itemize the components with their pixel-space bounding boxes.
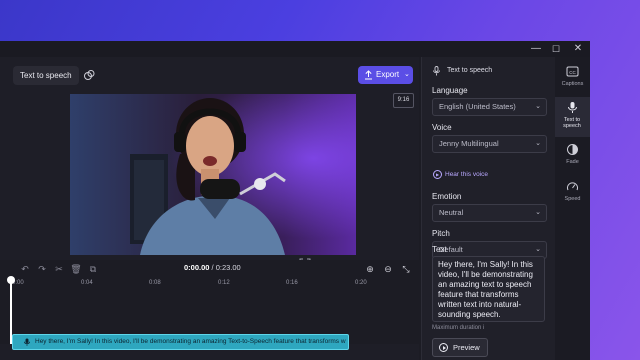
- ruler-tick: 0:12: [218, 280, 230, 286]
- zoom-out-icon[interactable]: ⊖: [382, 263, 394, 275]
- rail-label: Speed: [564, 196, 581, 202]
- speedometer-icon: [567, 182, 578, 191]
- rail-text-to-speech[interactable]: Text to speech: [555, 97, 590, 137]
- ruler-tick: 0:04: [81, 280, 93, 286]
- tab-text-to-speech[interactable]: Text to speech: [13, 66, 79, 85]
- preview-label: Preview: [453, 343, 480, 352]
- chevron-down-icon: ⌄: [404, 71, 410, 78]
- timeline-toolbar: ↶ ↷ ✂ 🗑 ⧉ 0:00.00 / 0:23.00 ⊕ ⊖ ⤡: [0, 260, 419, 278]
- timeline-ruler: 0:00 0:04 0:08 0:12 0:16 0:20: [0, 280, 419, 294]
- close-button[interactable]: ✕: [567, 41, 589, 57]
- preview-button[interactable]: Preview: [432, 338, 488, 357]
- rail-fade[interactable]: Fade: [555, 139, 590, 175]
- delete-icon[interactable]: 🗑: [70, 263, 82, 275]
- hear-voice-text: Hear this voice: [445, 171, 488, 179]
- timecode-current: 0:00.00: [184, 263, 210, 272]
- max-duration-note: Maximum duration i: [432, 325, 485, 331]
- text-to-speech-panel: Text to speech Language English (United …: [421, 57, 555, 360]
- zoom-in-icon[interactable]: ⊕: [364, 263, 376, 275]
- aspect-ratio-button[interactable]: 9:16: [393, 93, 414, 108]
- undo-icon[interactable]: ↶: [19, 263, 31, 275]
- captions-icon: CC: [566, 66, 579, 77]
- rail-captions[interactable]: CC Captions: [555, 61, 590, 97]
- audio-clip[interactable]: Hey there, I'm Sally! In this video, I'l…: [12, 334, 349, 350]
- ruler-tick: 0:20: [355, 280, 367, 286]
- theater-mask-icon[interactable]: [83, 69, 95, 81]
- text-input[interactable]: Hey there, I'm Sally! In this video, I'l…: [432, 256, 545, 322]
- voice-value: Jenny Multilingual: [439, 139, 499, 148]
- timeline: ↶ ↷ ✂ 🗑 ⧉ 0:00.00 / 0:23.00 ⊕ ⊖ ⤡ 0:00 0…: [0, 260, 419, 350]
- minimize-button[interactable]: —: [525, 41, 547, 57]
- app-window: — ☐ ✕ Text to speech Export ⌄ 9:16 ↶ ↷ ✂…: [0, 41, 590, 360]
- rail-label: Text to speech: [563, 117, 581, 129]
- fade-icon: [567, 144, 578, 155]
- chevron-down-icon: ⌄: [535, 209, 541, 216]
- chevron-down-icon: ⌄: [535, 140, 541, 147]
- voice-select[interactable]: Jenny Multilingual ⌄: [432, 135, 547, 153]
- timecode-total: 0:23.00: [215, 263, 241, 272]
- ruler-tick: 0:16: [286, 280, 298, 286]
- chevron-down-icon: ⌄: [535, 103, 541, 110]
- split-icon[interactable]: ✂: [53, 263, 65, 275]
- title-bar: — ☐ ✕: [0, 41, 590, 57]
- voice-label: Voice: [432, 123, 452, 132]
- timecode: 0:00.00 / 0:23.00: [184, 263, 241, 272]
- pitch-label: Pitch: [432, 229, 450, 238]
- microphone-icon: [433, 66, 440, 76]
- redo-icon[interactable]: ↷: [36, 263, 48, 275]
- language-label: Language: [432, 86, 468, 95]
- emotion-value: Neutral: [439, 208, 464, 217]
- upload-icon: [365, 70, 372, 80]
- export-label: Export: [376, 70, 400, 79]
- play-circle-icon: ▶: [433, 170, 442, 179]
- play-circle-icon: [439, 343, 448, 352]
- clip-text: Hey there, I'm Sally! In this video, I'l…: [35, 338, 346, 345]
- emotion-label: Emotion: [432, 192, 462, 201]
- text-label: Text: [432, 245, 447, 254]
- rail-speed[interactable]: Speed: [555, 176, 590, 212]
- microphone-icon: [568, 102, 577, 113]
- video-preview: [70, 94, 356, 255]
- rail-label: Captions: [561, 81, 584, 87]
- ruler-tick: 0:08: [149, 280, 161, 286]
- microphone-icon: [24, 338, 30, 346]
- fit-timeline-icon[interactable]: ⤡: [400, 263, 412, 275]
- duplicate-icon[interactable]: ⧉: [87, 263, 99, 275]
- svg-text:CC: CC: [569, 70, 576, 75]
- language-value: English (United States): [439, 102, 516, 111]
- right-rail: CC Captions Text to speech Fade Speed: [555, 57, 590, 360]
- export-button[interactable]: Export ⌄: [358, 66, 413, 84]
- emotion-select[interactable]: Neutral ⌄: [432, 204, 547, 222]
- maximize-button[interactable]: ☐: [545, 41, 567, 57]
- hear-voice-link[interactable]: ▶ Hear this voice: [433, 170, 488, 179]
- panel-title: Text to speech: [447, 67, 493, 74]
- language-select[interactable]: English (United States) ⌄: [432, 98, 547, 116]
- rail-label: Fade: [566, 159, 579, 165]
